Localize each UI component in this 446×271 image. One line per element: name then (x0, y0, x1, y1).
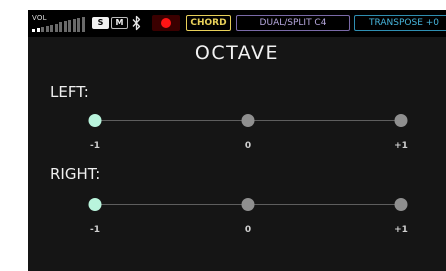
left-octave-tick-label: 0 (244, 141, 252, 151)
right-octave-tick-label: +1 (394, 225, 408, 235)
volume-meter-bar (50, 24, 53, 32)
volume-meter[interactable] (32, 17, 86, 32)
left-octave-tick-label: +1 (394, 141, 408, 151)
left-octave-label: LEFT: (50, 83, 89, 101)
volume-meter-bar (41, 26, 44, 32)
bluetooth-icon[interactable] (132, 15, 141, 31)
volume-meter-bar (59, 22, 62, 32)
volume-meter-bar (36, 27, 40, 32)
chord-button[interactable]: CHORD (186, 15, 231, 31)
volume-meter-bar (45, 25, 49, 32)
octave-screen: VOL S M CHORD DUAL/SPLIT C4 TRANSPOSE +0… (28, 10, 446, 271)
transpose-button[interactable]: TRANSPOSE +0 (354, 15, 446, 31)
page-title: OCTAVE (194, 42, 280, 64)
left-octave-stop[interactable] (394, 114, 408, 127)
right-octave-selector[interactable]: -1 0 +1 (83, 194, 413, 235)
left-octave-selector[interactable]: -1 0 +1 (83, 110, 413, 151)
right-octave-stop[interactable] (394, 198, 408, 211)
left-octave-tick-label: -1 (90, 141, 100, 151)
volume-meter-bar (63, 21, 67, 32)
volume-meter-bar (77, 18, 80, 32)
left-octave-stop[interactable] (241, 114, 255, 127)
right-octave-stop[interactable] (241, 198, 255, 211)
volume-meter-bar (54, 23, 58, 32)
right-octave-tick-label: 0 (244, 225, 252, 235)
record-button[interactable] (152, 15, 180, 31)
mute-button[interactable]: M (111, 17, 128, 29)
volume-meter-bar (81, 17, 85, 32)
dual-split-button[interactable]: DUAL/SPLIT C4 (236, 15, 350, 31)
volume-meter-bar (68, 20, 71, 32)
volume-meter-bar (32, 29, 35, 32)
volume-meter-bar (72, 19, 76, 32)
right-octave-label: RIGHT: (50, 165, 101, 183)
right-octave-tick-label: -1 (90, 225, 100, 235)
solo-button[interactable]: S (92, 17, 109, 29)
left-octave-stop[interactable] (88, 114, 102, 127)
right-octave-stop[interactable] (88, 198, 102, 211)
status-bar: VOL S M CHORD DUAL/SPLIT C4 TRANSPOSE +0 (28, 10, 446, 37)
record-icon (161, 18, 171, 28)
